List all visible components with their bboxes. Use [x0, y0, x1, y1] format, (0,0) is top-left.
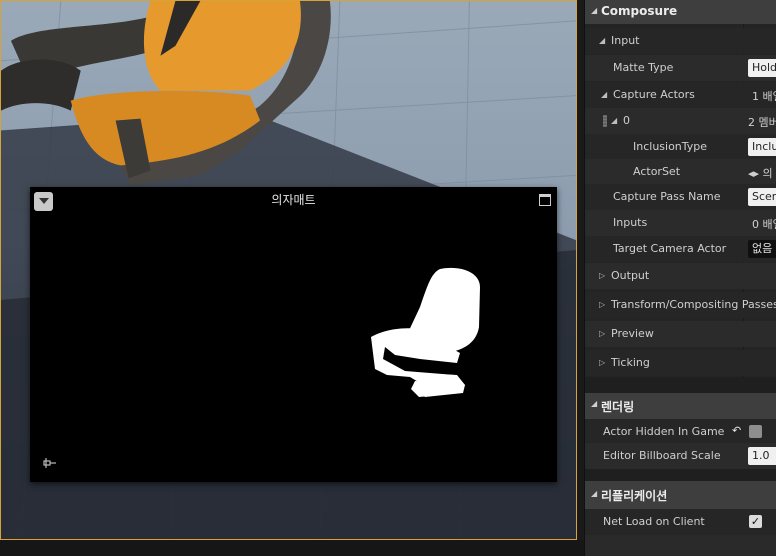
category-label: Composure: [601, 4, 678, 18]
property-label: ActorSet: [633, 165, 681, 178]
property-inputs: Inputs 0 배열: [585, 210, 776, 236]
section-ticking[interactable]: ▷ Ticking: [585, 350, 776, 376]
section-label: Transform/Compositing Passes: [611, 298, 776, 311]
section-label: Input: [611, 34, 640, 47]
category-rendering[interactable]: ◢ 렌더링: [585, 393, 776, 419]
expand-down-icon: ◢: [591, 6, 598, 15]
inclusion-type-dropdown[interactable]: Inclu: [748, 138, 776, 156]
array-count: 1 배열: [752, 90, 776, 103]
expand-right-icon: ▷: [599, 300, 606, 309]
array-count: 0 배열: [752, 218, 776, 231]
expand-down-icon: ◢: [591, 399, 598, 408]
property-target-camera-actor: Target Camera Actor 없음: [585, 236, 776, 262]
property-label: Matte Type: [613, 61, 674, 74]
section-label: Ticking: [611, 356, 650, 369]
category-replication[interactable]: ◢ 리플리케이션: [585, 481, 776, 509]
property-capture-actors[interactable]: ◢ Capture Actors 1 배열: [585, 82, 776, 108]
property-editor-billboard-scale: Editor Billboard Scale 1.0: [585, 443, 776, 469]
reset-to-default-icon[interactable]: ↶: [732, 424, 741, 437]
drag-handle-icon[interactable]: [603, 115, 607, 127]
property-label: InclusionType: [633, 140, 708, 153]
pin-icon[interactable]: [43, 458, 57, 468]
matte-type-dropdown[interactable]: Hold: [748, 59, 776, 77]
capture-pass-name-field[interactable]: Scen: [748, 188, 776, 206]
expand-down-icon: ◢: [601, 90, 608, 99]
array-element-0[interactable]: ◢ 0 2 멤버: [585, 108, 776, 134]
property-label: Capture Pass Name: [613, 190, 721, 203]
property-actor-set: ActorSet ◂▸ 의: [585, 159, 776, 185]
section-output[interactable]: ▷ Output: [585, 263, 776, 289]
maximize-icon[interactable]: [539, 194, 551, 206]
section-label: Output: [611, 269, 650, 282]
expand-down-icon: ◢: [591, 489, 598, 498]
category-gap: [585, 377, 776, 393]
expand-right-icon: ▷: [599, 271, 606, 280]
expand-down-icon: ◢: [611, 116, 618, 125]
level-viewport[interactable]: 의자매트: [0, 0, 577, 540]
panel-bottom: [585, 535, 776, 556]
category-gap: [585, 469, 776, 481]
section-preview[interactable]: ▷ Preview: [585, 321, 776, 347]
property-label: Actor Hidden In Game: [603, 425, 725, 438]
target-camera-picker[interactable]: 없음: [748, 240, 776, 258]
preview-window-title: 의자매트: [271, 193, 316, 207]
section-input[interactable]: ◢ Input: [585, 28, 776, 54]
category-label: 리플리케이션: [601, 489, 668, 503]
expand-right-icon: ▷: [599, 329, 606, 338]
composure-preview-window[interactable]: 의자매트: [30, 187, 557, 482]
category-composure[interactable]: ◢ Composure: [585, 0, 776, 24]
property-capture-pass-name: Capture Pass Name Scen: [585, 184, 776, 210]
actor-set-picker[interactable]: ◂▸ 의: [748, 165, 773, 181]
section-transform-compositing[interactable]: ▷ Transform/Compositing Passes: [585, 292, 776, 318]
expand-right-icon: ▷: [599, 358, 606, 367]
category-label: 렌더링: [601, 400, 635, 414]
net-load-checkbox[interactable]: ✓: [749, 515, 762, 528]
viewport-bottom-bar: [0, 540, 585, 556]
property-label: Inputs: [613, 216, 648, 229]
property-matte-type: Matte Type Hold: [585, 55, 776, 81]
details-panel: ◢ Composure ◢ Input Matte Type Hold ◢ Ca…: [584, 0, 776, 556]
property-label: Target Camera Actor: [613, 242, 727, 255]
actor-hidden-checkbox[interactable]: [749, 425, 762, 438]
expand-down-icon: ◢: [599, 36, 606, 45]
property-label: Capture Actors: [613, 88, 695, 101]
element-index: 0: [623, 114, 630, 127]
property-inclusion-type: InclusionType Inclu: [585, 134, 776, 160]
property-label: Editor Billboard Scale: [603, 449, 721, 462]
property-actor-hidden-in-game: Actor Hidden In Game ↶: [585, 419, 776, 445]
chair-matte-silhouette: [371, 267, 480, 397]
property-net-load-on-client: Net Load on Client ✓: [585, 509, 776, 535]
property-label: Net Load on Client: [603, 515, 705, 528]
struct-member-count: 2 멤버: [748, 116, 776, 129]
section-label: Preview: [611, 327, 654, 340]
billboard-scale-field[interactable]: 1.0: [748, 447, 776, 465]
